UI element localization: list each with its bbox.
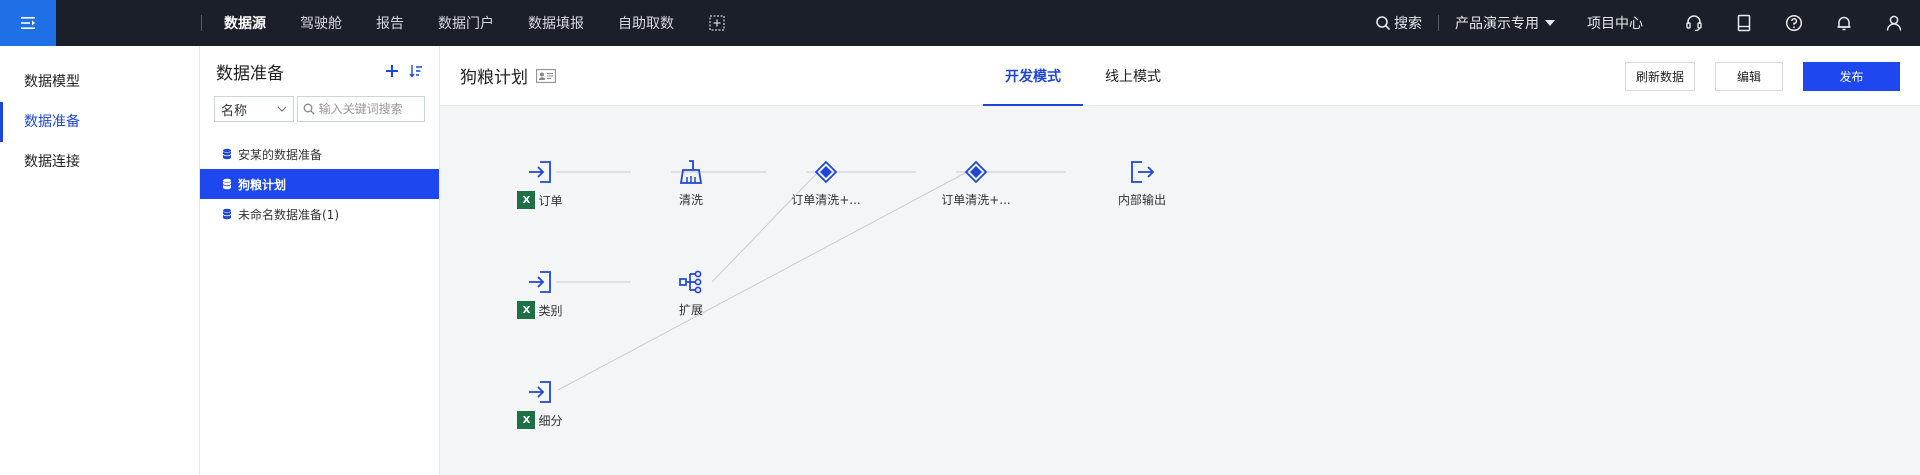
database-icon — [222, 208, 232, 220]
top-right-tools: 搜索 产品演示专用 项目中心 — [1375, 0, 1920, 46]
nav-datasource[interactable]: 数据源 — [224, 13, 266, 33]
flow-node-label: X 细分 — [517, 411, 563, 429]
sidebar-item-data-model[interactable]: 数据模型 — [0, 62, 199, 102]
list-item-selected[interactable]: 狗粮计划 — [200, 169, 439, 199]
main-area: 狗粮计划 开发模式 线上模式 刷新数据 编辑 发布 X 订单 清洗 订单清洗+.… — [440, 46, 1920, 475]
tab-online-mode[interactable]: 线上模式 — [1083, 46, 1183, 106]
join-icon — [811, 157, 841, 187]
header-actions: 刷新数据 编辑 发布 — [1605, 62, 1900, 91]
edge-detail-join2 — [557, 171, 968, 391]
publish-button[interactable]: 发布 — [1803, 62, 1900, 91]
flow-node-expand[interactable]: 扩展 — [651, 267, 731, 318]
main-header: 狗粮计划 开发模式 线上模式 刷新数据 编辑 发布 — [440, 46, 1920, 106]
edit-button[interactable]: 编辑 — [1715, 62, 1783, 91]
expand-icon — [676, 267, 706, 297]
nav-add-icon[interactable] — [708, 14, 726, 32]
search-button[interactable]: 搜索 — [1375, 13, 1422, 33]
left-sidebar: 数据模型 数据准备 数据连接 — [0, 46, 200, 475]
search-icon — [1376, 16, 1391, 31]
caret-down-icon — [1545, 20, 1555, 26]
project-center-link[interactable]: 项目中心 — [1587, 13, 1643, 33]
list-item-label: 安某的数据准备 — [238, 147, 323, 162]
menu-toggle-button[interactable] — [0, 0, 56, 46]
top-separator — [201, 15, 202, 31]
search-label: 搜索 — [1394, 16, 1422, 32]
user-icon[interactable] — [1884, 13, 1904, 33]
flow-node-output[interactable]: 内部输出 — [1102, 157, 1182, 208]
flow-node-label: X 订单 — [517, 191, 563, 209]
excel-icon: X — [517, 301, 536, 319]
sidebar-item-data-prep[interactable]: 数据准备 — [0, 102, 199, 142]
flow-node-label: X 类别 — [517, 301, 563, 319]
help-icon[interactable] — [1784, 13, 1804, 33]
top-bar: 数据源 驾驶舱 报告 数据门户 数据填报 自助取数 搜索 产品演示专用 项目中心 — [0, 0, 1920, 46]
product-label: 产品演示专用 — [1455, 16, 1539, 32]
data-prep-list: 安某的数据准备 狗粮计划 未命名数据准备(1) — [200, 139, 439, 229]
nav-report[interactable]: 报告 — [376, 13, 404, 33]
broom-icon — [676, 157, 706, 187]
menu-icon — [21, 17, 35, 29]
join-icon — [961, 157, 991, 187]
nav-cockpit[interactable]: 驾驶舱 — [300, 13, 342, 33]
flow-canvas[interactable]: X 订单 清洗 订单清洗+... 订单清洗+... 内部输出 X 类别 扩展 X… — [440, 106, 1920, 475]
search-input[interactable] — [318, 102, 419, 116]
headset-icon[interactable] — [1684, 13, 1704, 33]
list-item-label: 未命名数据准备(1) — [238, 207, 339, 222]
list-item[interactable]: 安某的数据准备 — [200, 139, 439, 169]
flow-node-label: 清洗 — [678, 193, 703, 207]
panel-header: 数据准备 — [200, 46, 439, 96]
search-icon — [303, 103, 315, 115]
refresh-data-button[interactable]: 刷新数据 — [1624, 62, 1695, 91]
input-icon — [525, 377, 555, 407]
flow-node-label: 内部输出 — [1117, 193, 1166, 207]
nav-data-portal[interactable]: 数据门户 — [438, 13, 494, 33]
nav-data-fill[interactable]: 数据填报 — [528, 13, 584, 33]
list-item-label: 狗粮计划 — [238, 177, 287, 192]
product-dropdown[interactable]: 产品演示专用 — [1455, 13, 1555, 33]
filter-field-value: 名称 — [221, 103, 248, 119]
database-icon — [222, 148, 232, 160]
filter-field-select[interactable]: 名称 — [214, 96, 294, 122]
panel-title: 数据准备 — [216, 63, 284, 84]
panel-actions — [375, 64, 423, 78]
data-prep-panel: 数据准备 名称 输入关键词搜索 安某的数据准备 狗粮计划 未命名数据准备(1) — [200, 46, 440, 475]
input-icon — [525, 157, 555, 187]
sidebar-item-data-connection[interactable]: 数据连接 — [0, 142, 199, 182]
flow-node-category[interactable]: X 类别 — [500, 267, 580, 319]
main-nav: 数据源 驾驶舱 报告 数据门户 数据填报 自助取数 — [224, 0, 726, 46]
flow-node-label: 订单清洗+... — [791, 193, 861, 207]
filter-row: 名称 — [200, 96, 439, 124]
flow-node-join1[interactable]: 订单清洗+... — [786, 157, 866, 208]
flow-node-clean[interactable]: 清洗 — [651, 157, 731, 208]
flow-node-detail[interactable]: X 细分 — [500, 377, 580, 429]
sort-icon[interactable] — [409, 64, 423, 78]
flow-node-order[interactable]: X 订单 — [500, 157, 580, 209]
flow-node-label: 扩展 — [678, 303, 703, 317]
id-card-icon[interactable] — [536, 68, 556, 83]
add-icon[interactable] — [385, 64, 399, 78]
chevron-down-icon — [277, 106, 287, 112]
database-icon — [222, 178, 232, 190]
page-title-wrap: 狗粮计划 — [460, 63, 556, 88]
input-icon — [525, 267, 555, 297]
top-right-divider — [1438, 15, 1439, 31]
flow-node-label: 订单清洗+... — [941, 193, 1011, 207]
output-icon — [1127, 157, 1157, 187]
page-title: 狗粮计划 — [460, 68, 528, 88]
mode-tabs: 开发模式 线上模式 — [983, 46, 1183, 106]
tab-dev-mode[interactable]: 开发模式 — [983, 46, 1083, 106]
bell-icon[interactable] — [1834, 13, 1854, 33]
flow-node-join2[interactable]: 订单清洗+... — [936, 157, 1016, 208]
excel-icon: X — [517, 191, 536, 209]
nav-self-service[interactable]: 自助取数 — [618, 13, 674, 33]
book-icon[interactable] — [1734, 13, 1754, 33]
excel-icon: X — [517, 411, 536, 429]
search-box — [296, 96, 425, 122]
list-item[interactable]: 未命名数据准备(1) — [200, 199, 439, 229]
